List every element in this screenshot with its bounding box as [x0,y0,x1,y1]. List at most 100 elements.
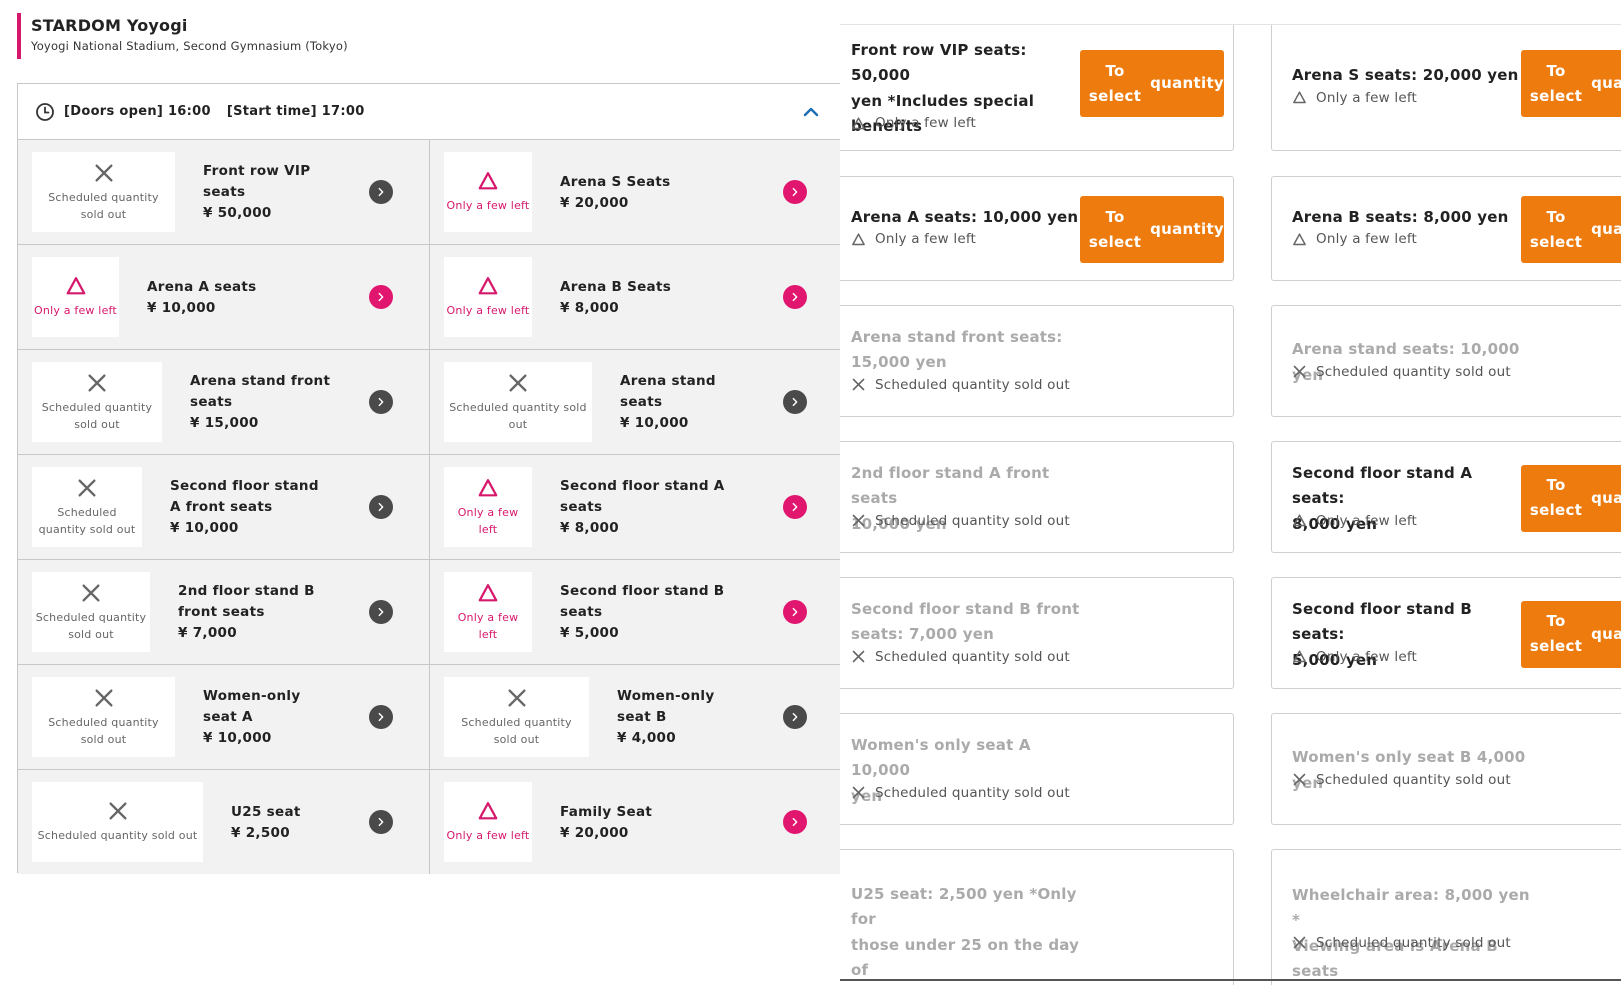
chevron-right-button[interactable] [369,180,393,204]
status-text: Only a few left [1316,231,1418,248]
ticket-card-title: Arena A seats: 10,000 yen [851,205,1081,231]
few-left-status: Only a few left [1292,513,1417,529]
schedule-header[interactable]: [Doors open] 16:00 [Start time] 17:00 [18,84,840,139]
ticket-card-title: Arena B seats: 8,000 yen [1292,205,1522,231]
sold-out-x-icon [82,583,100,602]
seat-row[interactable]: Scheduled quantity sold out Second floor s… [18,454,430,559]
chevron-right-button[interactable] [783,285,807,309]
status-text: Scheduled quantity sold out [875,376,1070,393]
status-label: Scheduled quantity sold out [42,399,153,433]
seat-row[interactable]: Scheduled quantity sold out U25 seat ¥ 2,5… [18,769,430,874]
text-line: Scheduled quantity sold [449,400,587,414]
few-left-triangle-icon [478,478,498,496]
chevron-up-icon[interactable] [802,104,820,118]
chevron-right-icon [792,292,798,302]
sold-out-status: Scheduled quantity sold out [1292,364,1511,380]
seat-price: ¥ 8,000 [560,299,619,316]
chevron-right-button[interactable] [369,285,393,309]
ticket-card[interactable]: Second floor stand A seats: 8,000 yen Only… [1271,441,1621,553]
status-label: Only a few left [447,827,530,844]
text-line: Only a few left [446,304,530,317]
seat-row[interactable]: Scheduled quantity sold out Women-only seat… [18,664,430,769]
text-line: Front row VIP [203,163,311,179]
status-label: Scheduled quantity sold out [38,827,198,844]
seat-name: Women-only seat B [617,686,714,728]
chevron-right-button[interactable] [369,810,393,834]
select-quantity-button[interactable]: To select quantity [1521,464,1621,532]
ticket-card-title: Second floor stand B front seats: 7,000 y… [851,597,1091,648]
chevron-right-button[interactable] [369,705,393,729]
seat-row[interactable]: Only a few left Family Seat ¥ 20,000 [430,769,841,874]
seat-row[interactable]: Scheduled quantity sold out Women-only seat… [430,664,841,769]
select-quantity-button[interactable]: To select quantity [1521,50,1621,117]
text-line: Scheduled quantity [48,190,159,204]
chevron-right-button[interactable] [369,390,393,414]
chevron-right-button[interactable] [783,810,807,834]
few-left-status: Only a few left [32,257,119,337]
sold-out-x-icon [1293,773,1306,786]
sold-out-x-icon [509,373,527,392]
sold-out-status: Scheduled quantity sold out [1292,772,1511,788]
seat-row[interactable]: Only a few left Second floor stand A seats ¥… [430,454,841,559]
text-line: Arena S Seats [560,173,671,190]
seat-row[interactable]: Only a few left Second floor stand B seats ¥… [430,559,841,664]
select-quantity-button[interactable]: To select quantity [1521,196,1621,263]
seat-name: Arena A seats [147,277,257,298]
text-line: Scheduled quantity [48,715,159,729]
ticket-card: Second floor stand B front seats: 7,000 y… [840,577,1234,689]
status-text: Scheduled quantity sold out [875,648,1070,665]
text-line: Only a few [457,610,519,624]
seat-price: ¥ 2,500 [231,824,290,841]
text-line: seats [620,394,663,410]
seat-row[interactable]: Scheduled quantity sold out Front row VIP s… [18,139,430,244]
select-quantity-button[interactable]: To select quantity [1521,600,1621,668]
ticket-card[interactable]: Arena A seats: 10,000 yen Only a few left… [840,176,1234,281]
ticket-card-title: U25 seat: 2,500 yen *Only for those under… [851,882,1091,985]
seat-list: Scheduled quantity sold out Front row VIP s… [18,139,841,874]
seat-row[interactable]: Only a few left Arena B Seats ¥ 8,000 [430,244,841,349]
few-left-status: Only a few left [444,152,532,232]
text-line: Only a few left [446,199,530,212]
text-line: seats [203,184,246,200]
ticket-card[interactable]: Arena S seats: 20,000 yen Only a few left… [1271,25,1621,151]
few-left-triangle-icon [1293,91,1306,104]
seat-name: Family Seat [560,802,652,823]
chevron-right-button[interactable] [783,180,807,204]
start-time: [Start time] 17:00 [226,104,365,119]
seat-info: Arena stand front seats ¥ 15,000 [190,350,330,455]
ticket-card[interactable]: Front row VIP seats: 50,000 yen *Includes… [840,25,1234,151]
text-line: U25 seat [231,803,301,820]
text-line: sold out [493,732,540,746]
seat-info: Women-only seat B ¥ 4,000 [617,665,714,770]
status-text: Only a few left [875,115,977,132]
text-line: Scheduled [57,505,117,519]
chevron-right-button[interactable] [783,390,807,414]
sold-out-status: Scheduled quantity sold out [32,677,175,757]
few-left-triangle-icon [478,802,498,820]
chevron-right-button[interactable] [783,600,807,624]
seat-row[interactable]: Only a few left Arena A seats ¥ 10,000 [18,244,430,349]
chevron-right-icon [792,607,798,617]
seat-name: Second floor stand B seats [560,581,724,623]
chevron-right-button[interactable] [783,705,807,729]
text-line: Arena stand [620,373,716,389]
text-line: yen *Includes special [851,91,1035,110]
seat-row[interactable]: Only a few left Arena S Seats ¥ 20,000 [430,139,841,244]
text-line: sold out [80,732,127,746]
chevron-right-button[interactable] [369,495,393,519]
ticket-card: Arena stand front seats: 15,000 yen Schedu… [840,305,1234,417]
chevron-right-button[interactable] [783,495,807,519]
seat-row[interactable]: Scheduled quantity sold out Arena stand sea… [430,349,841,454]
text-line: Women's only seat A 10,000 [851,735,1031,780]
ticket-card[interactable]: Second floor stand B seats: 5,000 yen Only… [1271,577,1621,689]
seat-row[interactable]: Scheduled quantity sold out 2nd floor stan… [18,559,430,664]
status-label: Scheduled quantity sold out [461,714,572,748]
chevron-right-icon [792,817,798,827]
ticket-card[interactable]: Arena B seats: 8,000 yen Only a few left T… [1271,176,1621,281]
select-quantity-button[interactable]: To select quantity [1080,50,1224,117]
select-quantity-button[interactable]: To select quantity [1080,196,1224,263]
few-left-status: Only a few left [1292,90,1417,106]
chevron-right-button[interactable] [369,600,393,624]
seat-row[interactable]: Scheduled quantity sold out Arena stand fr… [18,349,430,454]
sold-out-x-icon [78,478,96,497]
